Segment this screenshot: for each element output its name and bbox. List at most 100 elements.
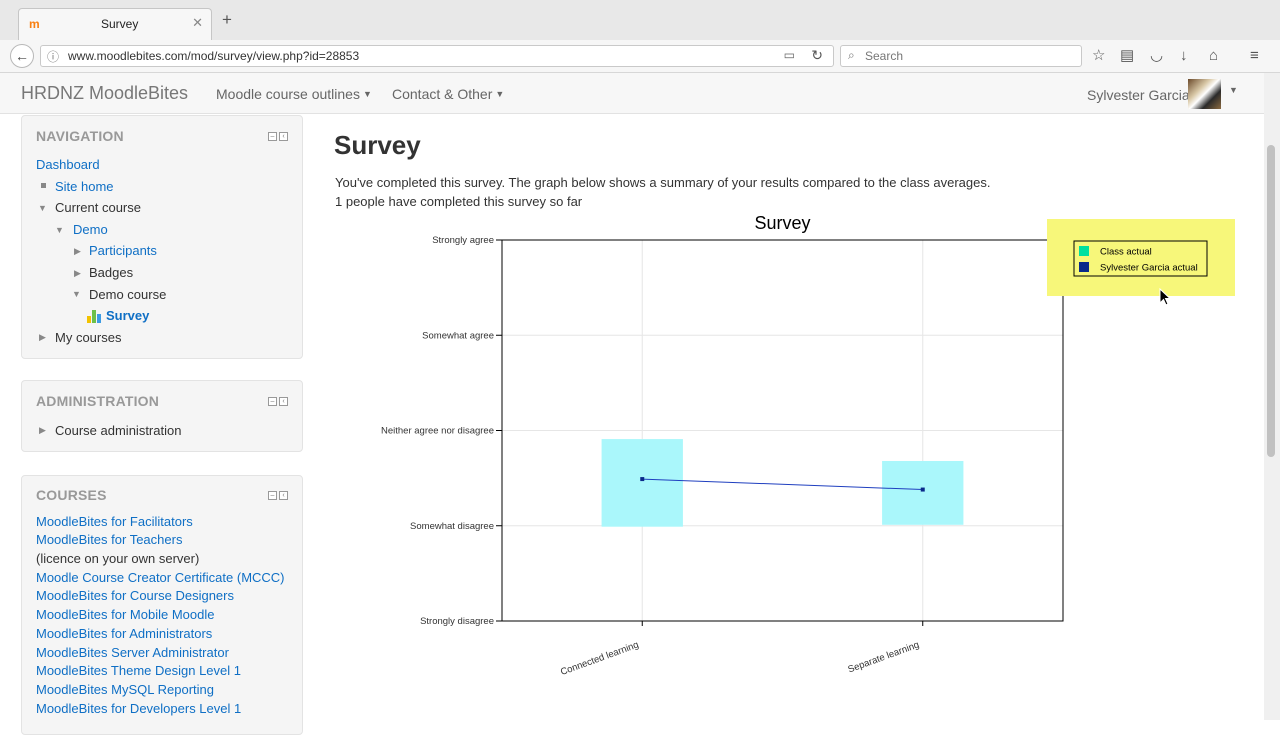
browser-search-bar[interactable]: ⌕	[840, 45, 1082, 67]
url-bar[interactable]: ⓘ www.moodlebites.com/mod/survey/view.ph…	[40, 45, 834, 67]
dock-icon[interactable]: ‹	[279, 397, 288, 406]
user-data-point	[920, 487, 925, 492]
user-data-point	[640, 477, 645, 482]
collapse-icon[interactable]: –	[268, 132, 277, 141]
menu-label: Contact & Other	[392, 86, 493, 102]
block-controls[interactable]: – ‹	[266, 132, 288, 142]
close-tab-icon[interactable]: ✕	[192, 15, 203, 31]
y-tick-label: Somewhat agree	[422, 330, 494, 341]
new-tab-icon[interactable]: +	[222, 11, 232, 28]
info-icon[interactable]: ⓘ	[47, 48, 59, 65]
user-series-line	[642, 478, 923, 491]
survey-chart-icon	[87, 310, 101, 323]
survey-chart: Survey Strongly disagree Somewhat disagree…	[381, 213, 1235, 678]
courses-block: COURSES – ‹ MoodleBites for Facilitators …	[21, 475, 303, 735]
block-controls[interactable]: – ‹	[266, 491, 288, 501]
tab-title: Survey	[101, 17, 139, 31]
nav-site-home[interactable]: Site home	[55, 178, 114, 195]
survey-count-text: 1 people have completed this survey so f…	[335, 194, 583, 209]
course-link[interactable]: MoodleBites MySQL Reporting	[36, 681, 214, 698]
user-name[interactable]: Sylvester Garcia	[1087, 87, 1190, 103]
menu-contact-other[interactable]: Contact & Other ▼	[392, 86, 504, 102]
reader-view-icon[interactable]: ▭	[784, 48, 795, 62]
y-tick-label: Strongly disagree	[420, 616, 494, 627]
nav-dashboard[interactable]: Dashboard	[36, 156, 100, 173]
nav-badges[interactable]: Badges	[89, 264, 133, 281]
avatar[interactable]	[1188, 79, 1221, 109]
reading-list-icon[interactable]: ▤	[1120, 46, 1134, 66]
nav-survey[interactable]: Survey	[106, 307, 149, 324]
block-title: NAVIGATION	[36, 128, 124, 144]
legend-swatch	[1079, 246, 1089, 256]
legend-label: Class actual	[1100, 247, 1152, 258]
reload-icon[interactable]: ↻	[811, 47, 823, 64]
collapsed-triangle-icon[interactable]: ▶	[74, 246, 81, 257]
pocket-icon[interactable]: ◡	[1150, 46, 1163, 66]
hamburger-menu-icon[interactable]: ≡	[1250, 46, 1259, 66]
class-range-bar	[601, 439, 683, 527]
bookmark-star-icon[interactable]: ☆	[1092, 46, 1105, 66]
class-range-bar	[882, 460, 964, 525]
expanded-triangle-icon[interactable]: ▼	[55, 225, 64, 235]
caret-down-icon: ▼	[495, 89, 505, 99]
legend-swatch	[1079, 262, 1089, 272]
expanded-triangle-icon[interactable]: ▼	[38, 203, 47, 213]
menu-label: Moodle course outlines	[216, 86, 360, 102]
bullet-icon	[41, 183, 46, 188]
download-arrow-icon[interactable]: ↓	[1180, 46, 1188, 66]
course-note: (licence on your own server)	[36, 551, 200, 566]
collapsed-triangle-icon[interactable]: ▶	[39, 332, 46, 343]
course-link[interactable]: MoodleBites for Teachers	[36, 531, 182, 548]
back-arrow-icon[interactable]: ←	[10, 44, 34, 68]
browser-tab-bar: m Survey ✕ +	[0, 0, 1280, 41]
navigation-block: NAVIGATION – ‹ Dashboard Site home ▼ Curr…	[21, 115, 303, 359]
search-input[interactable]	[865, 48, 1065, 64]
collapsed-triangle-icon[interactable]: ▶	[74, 268, 81, 279]
dock-icon[interactable]: ‹	[279, 491, 288, 500]
administration-block: ADMINISTRATION – ‹ ▶ Course administratio…	[21, 380, 303, 452]
nav-demo-course[interactable]: Demo course	[89, 286, 166, 303]
x-tick-label: Separate learning	[847, 639, 921, 675]
course-link[interactable]: MoodleBites for Facilitators	[36, 513, 193, 530]
course-link[interactable]: MoodleBites for Developers Level 1	[36, 700, 241, 717]
expanded-triangle-icon[interactable]: ▼	[72, 289, 81, 299]
y-tick-label: Neither agree nor disagree	[381, 426, 494, 437]
y-tick-label: Somewhat disagree	[410, 521, 494, 532]
course-link[interactable]: MoodleBites Server Administrator	[36, 644, 229, 661]
menu-course-outlines[interactable]: Moodle course outlines ▼	[216, 86, 372, 102]
url-text: www.moodlebites.com/mod/survey/view.php?…	[68, 49, 360, 63]
survey-intro-text: You've completed this survey. The graph …	[335, 175, 991, 190]
y-tick-label: Strongly agree	[432, 235, 494, 246]
x-tick-label: Connected learning	[559, 639, 640, 678]
collapse-icon[interactable]: –	[268, 397, 277, 406]
user-menu-caret-icon[interactable]: ▼	[1229, 85, 1238, 95]
page-title: Survey	[334, 130, 421, 160]
page-scrollbar-thumb[interactable]	[1267, 145, 1275, 457]
block-title: ADMINISTRATION	[36, 393, 160, 409]
nav-course-administration[interactable]: Course administration	[55, 422, 181, 439]
browser-tab[interactable]: m Survey ✕	[18, 8, 212, 40]
nav-current-course[interactable]: Current course	[55, 199, 141, 216]
nav-my-courses[interactable]: My courses	[55, 329, 121, 346]
collapse-icon[interactable]: –	[268, 491, 277, 500]
site-header: HRDNZ MoodleBites Moodle course outlines…	[0, 73, 1264, 114]
nav-participants[interactable]: Participants	[89, 242, 157, 259]
block-controls[interactable]: – ‹	[266, 397, 288, 407]
browser-toolbar: ← ⓘ www.moodlebites.com/mod/survey/view.…	[0, 40, 1280, 73]
collapsed-triangle-icon[interactable]: ▶	[39, 425, 46, 436]
course-link[interactable]: MoodleBites for Administrators	[36, 625, 212, 642]
course-link[interactable]: MoodleBites for Mobile Moodle	[36, 606, 214, 623]
dock-icon[interactable]: ‹	[279, 132, 288, 141]
block-title: COURSES	[36, 487, 107, 503]
home-icon[interactable]: ⌂	[1209, 46, 1218, 66]
mouse-cursor-icon	[1159, 288, 1172, 306]
search-icon: ⌕	[848, 48, 855, 62]
moodle-favicon-icon: m	[29, 17, 40, 31]
course-link[interactable]: MoodleBites Theme Design Level 1	[36, 662, 241, 679]
chart-title: Survey	[754, 213, 810, 233]
site-brand[interactable]: HRDNZ MoodleBites	[21, 83, 188, 104]
course-link[interactable]: Moodle Course Creator Certificate (MCCC)	[36, 569, 285, 586]
nav-demo[interactable]: Demo	[73, 221, 108, 238]
course-link[interactable]: MoodleBites for Course Designers	[36, 587, 234, 604]
caret-down-icon: ▼	[362, 89, 372, 99]
